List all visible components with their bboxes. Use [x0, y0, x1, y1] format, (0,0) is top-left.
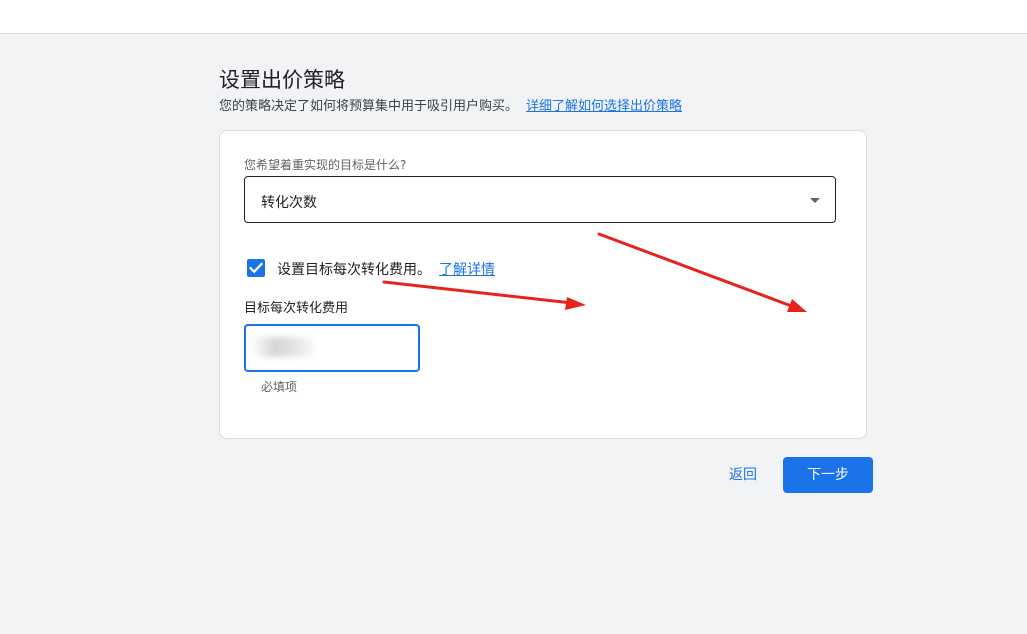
goal-question-label: 您希望着重实现的目标是什么?: [244, 158, 407, 172]
checkbox-label-text: 设置目标每次转化费用。: [277, 262, 431, 278]
checkmark-icon: [249, 262, 263, 274]
target-cpa-checkbox-label: 设置目标每次转化费用。 了解详情: [277, 259, 495, 279]
page-title: 设置出价策略: [219, 68, 345, 92]
redacted-value: [254, 337, 314, 357]
learn-more-link[interactable]: 了解详情: [439, 262, 495, 278]
goal-select-value: 转化次数: [261, 195, 317, 211]
top-bar: [0, 0, 1027, 34]
next-button[interactable]: 下一步: [783, 457, 873, 493]
target-cpa-checkbox[interactable]: [247, 259, 265, 277]
target-cpa-input[interactable]: [244, 324, 420, 372]
dropdown-caret-icon: [810, 198, 820, 203]
required-helper-text: 必填项: [261, 380, 298, 394]
learn-bidding-strategy-link[interactable]: 详细了解如何选择出价策略: [526, 99, 682, 114]
bidding-strategy-card: 您希望着重实现的目标是什么? 转化次数 设置目标每次转化费用。 了解详情 目标每次…: [219, 130, 867, 439]
subtitle-text: 您的策略决定了如何将预算集中用于吸引用户购买。: [219, 99, 519, 114]
target-cpa-field-label: 目标每次转化费用: [244, 301, 349, 316]
page-subtitle: 您的策略决定了如何将预算集中用于吸引用户购买。 详细了解如何选择出价策略: [219, 95, 682, 114]
goal-select[interactable]: 转化次数: [244, 176, 836, 223]
back-button[interactable]: 返回: [718, 457, 768, 493]
